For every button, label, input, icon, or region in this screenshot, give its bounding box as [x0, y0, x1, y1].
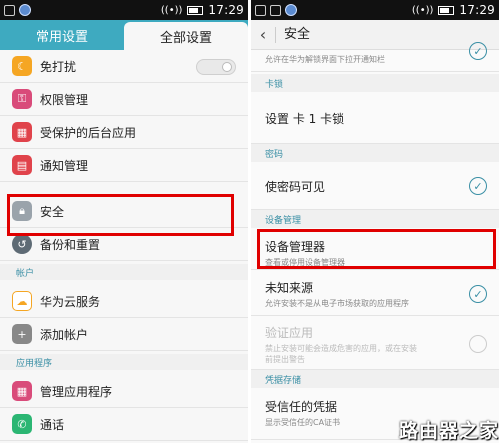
settings-item-label: 受保护的后台应用 — [40, 125, 137, 140]
clock: 17:29 — [459, 3, 495, 17]
battery-icon — [438, 5, 455, 15]
grid-icon: ▦ — [12, 381, 32, 401]
do-not-disturb-toggle[interactable] — [196, 59, 236, 75]
item-subtitle: 允许在华为解锁界面下拉开通知栏 — [265, 55, 385, 64]
section-header-apps: 应用程序 — [0, 354, 248, 370]
item-title: 未知来源 — [265, 281, 314, 295]
backup-icon: ↺ — [12, 234, 32, 254]
settings-item-label: 管理应用程序 — [40, 384, 113, 399]
settings-item-label: 安全 — [40, 204, 65, 219]
item-subtitle: 前提出警告 — [265, 355, 305, 364]
section-header-sim-lock: 卡锁 — [251, 74, 499, 92]
settings-item-notifications[interactable]: ▤ 通知管理 — [0, 149, 248, 182]
watermark: 路由器之家 — [398, 420, 499, 442]
phone-icon: ✆ — [12, 414, 32, 434]
toggle-knob — [222, 62, 232, 72]
item-title: 设置 卡 1 卡锁 — [265, 112, 345, 126]
verify-apps-checkbox: ✓ — [469, 335, 487, 353]
section-header-account: 帐户 — [0, 264, 248, 280]
apps-icon: ▦ — [12, 122, 32, 142]
settings-item-label: 备份和重置 — [40, 237, 101, 252]
moon-icon: ☾ — [12, 56, 32, 76]
settings-item-add-account[interactable]: + 添加帐户 — [0, 318, 248, 351]
back-arrow-icon[interactable]: ‹ — [251, 25, 275, 44]
settings-item-label: 免打扰 — [40, 59, 77, 74]
settings-list: ☾ 免打扰 ⚿ 权限管理 ▦ 受保护的后台应用 ▤ 通知管理 🔒︎ 安全 ↺ 备… — [0, 50, 248, 443]
wifi-icon: ((•)) — [411, 4, 434, 16]
browser-icon — [19, 4, 31, 16]
item-title: 设备管理器 — [265, 240, 326, 254]
settings-item-label: 通话 — [40, 417, 65, 432]
settings-item-security[interactable]: 🔒︎ 安全 — [0, 195, 248, 228]
notification-lockscreen-item[interactable]: 允许在华为解锁界面下拉开通知栏 ✓ — [251, 42, 499, 72]
unknown-sources-checkbox[interactable]: ✓ — [469, 285, 487, 303]
item-subtitle: 查看或停用设备管理器 — [265, 258, 345, 267]
notification-lockscreen-checkbox[interactable]: ✓ — [469, 42, 487, 60]
tab-all-settings[interactable]: 全部设置 — [124, 22, 248, 50]
section-header-credentials: 凭据存储 — [251, 370, 499, 388]
section-header-device-admin: 设备管理 — [251, 210, 499, 228]
show-password-checkbox[interactable]: ✓ — [469, 177, 487, 195]
settings-item-label: 权限管理 — [40, 92, 89, 107]
tab-common-settings[interactable]: 常用设置 — [0, 20, 124, 50]
battery-icon — [187, 5, 204, 15]
item-subtitle: 禁止安装可能会造成危害的应用，或在安装 — [265, 344, 417, 353]
status-bar: ((•)) 17:29 — [0, 0, 248, 20]
item-subtitle: 允许安装不是从电子市场获取的应用程序 — [265, 299, 409, 308]
clock: 17:29 — [208, 3, 244, 17]
notification-icon: ▤ — [12, 155, 32, 175]
app-bar: ‹ 安全 — [251, 20, 499, 50]
browser-icon — [285, 4, 297, 16]
settings-item-permissions[interactable]: ⚿ 权限管理 — [0, 83, 248, 116]
settings-item-label: 添加帐户 — [40, 327, 89, 342]
settings-tabs: 常用设置 全部设置 — [0, 20, 248, 50]
verify-apps-item: 验证应用 禁止安装可能会造成危害的应用，或在安装 前提出警告 ✓ — [251, 318, 499, 370]
item-title: 受信任的凭据 — [265, 400, 338, 414]
item-title: 验证应用 — [265, 326, 314, 340]
show-password-item[interactable]: 使密码可见 ✓ — [251, 164, 499, 210]
security-screen: ((•)) 17:29 ‹ 安全 允许在华为解锁界面下拉开通知栏 ✓ 卡锁 设置… — [251, 0, 499, 443]
all-settings-screen: ((•)) 17:29 常用设置 全部设置 ☾ 免打扰 ⚿ 权限管理 ▦ 受保护… — [0, 0, 248, 443]
settings-item-label: 华为云服务 — [40, 294, 101, 309]
sim-lock-item[interactable]: 设置 卡 1 卡锁 — [251, 94, 499, 144]
item-title: 使密码可见 — [265, 180, 326, 194]
device-admin-item[interactable]: 设备管理器 查看或停用设备管理器 — [251, 230, 499, 270]
image-icon — [255, 4, 266, 16]
screenshot-icon — [270, 4, 281, 16]
settings-item-do-not-disturb[interactable]: ☾ 免打扰 — [0, 50, 248, 83]
status-bar: ((•)) 17:29 — [251, 0, 499, 20]
settings-item-protected-apps[interactable]: ▦ 受保护的后台应用 — [0, 116, 248, 149]
plus-icon: + — [12, 324, 32, 344]
settings-item-label: 通知管理 — [40, 158, 89, 173]
settings-item-backup-reset[interactable]: ↺ 备份和重置 — [0, 228, 248, 261]
settings-item-manage-apps[interactable]: ▦ 管理应用程序 — [0, 375, 248, 408]
page-title: 安全 — [275, 26, 310, 43]
screenshot-icon — [4, 4, 15, 16]
unknown-sources-item[interactable]: 未知来源 允许安装不是从电子市场获取的应用程序 ✓ — [251, 272, 499, 316]
lock-icon: 🔒︎ — [12, 201, 32, 221]
settings-item-huawei-cloud[interactable]: ☁ 华为云服务 — [0, 285, 248, 318]
security-settings-list: 允许在华为解锁界面下拉开通知栏 ✓ 卡锁 设置 卡 1 卡锁 密码 使密码可见 … — [251, 42, 499, 443]
section-header-password: 密码 — [251, 144, 499, 162]
settings-item-calls[interactable]: ✆ 通话 — [0, 408, 248, 441]
permission-icon: ⚿ — [12, 89, 32, 109]
wifi-icon: ((•)) — [160, 4, 183, 16]
cloud-icon: ☁ — [12, 291, 32, 311]
